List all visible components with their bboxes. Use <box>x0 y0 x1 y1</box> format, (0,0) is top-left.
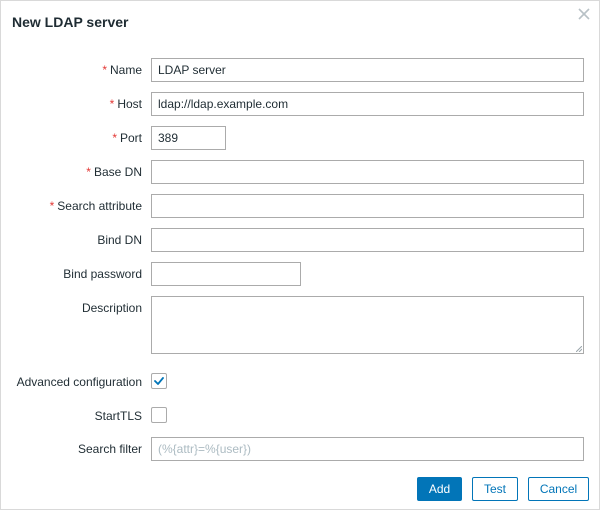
field-label-name: * Name <box>102 63 142 77</box>
dialog-title: New LDAP server <box>12 14 129 30</box>
search-attribute-input[interactable] <box>151 194 584 218</box>
field-label-base-dn: * Base DN <box>86 165 142 179</box>
port-input[interactable]: 389 <box>151 126 226 150</box>
advanced-configuration-checkbox[interactable] <box>151 373 167 389</box>
required-marker: * <box>86 165 91 179</box>
add-button[interactable]: Add <box>417 477 462 501</box>
search-filter-input[interactable]: (%{attr}=%{user}) <box>151 437 584 461</box>
field-label-starttls: StartTLS <box>94 409 142 423</box>
field-row-base-dn: * Base DN <box>1 160 599 184</box>
field-row-description: Description <box>1 296 599 354</box>
field-label-bind-password: Bind password <box>63 267 142 281</box>
name-input[interactable]: LDAP server <box>151 58 584 82</box>
required-marker: * <box>109 97 115 111</box>
field-row-bind-password: Bind password <box>1 262 599 286</box>
field-label-search-filter: Search filter <box>77 442 142 456</box>
starttls-checkbox[interactable] <box>151 407 167 423</box>
host-input[interactable]: ldap://ldap.example.com <box>151 92 584 116</box>
resize-handle-icon[interactable] <box>576 346 582 352</box>
required-marker: * <box>49 199 55 213</box>
field-row-starttls: StartTLS <box>1 403 599 427</box>
field-row-port: * Port 389 <box>1 126 599 150</box>
field-label-port: * Port <box>112 131 142 145</box>
required-marker: * <box>112 131 117 145</box>
field-row-name: * Name LDAP server <box>1 58 599 82</box>
required-marker: * <box>102 63 107 77</box>
field-label-search-attribute: * Search attribute <box>49 199 142 213</box>
field-label-advanced-configuration: Advanced configuration <box>16 375 142 389</box>
field-row-search-attribute: * Search attribute <box>1 194 599 218</box>
bind-password-input[interactable] <box>151 262 301 286</box>
description-textarea[interactable] <box>151 296 584 354</box>
cancel-button[interactable]: Cancel <box>528 477 589 501</box>
field-row-search-filter: Search filter (%{attr}=%{user}) <box>1 437 599 461</box>
field-label-host: * Host <box>109 97 142 111</box>
field-label-bind-dn: Bind DN <box>97 233 142 247</box>
checkmark-icon <box>154 377 164 385</box>
ldap-server-dialog: New LDAP server * Name LDAP server * Host … <box>0 0 600 510</box>
base-dn-input[interactable] <box>151 160 584 184</box>
bind-dn-input[interactable] <box>151 228 584 252</box>
field-row-bind-dn: Bind DN <box>1 228 599 252</box>
field-label-description: Description <box>81 301 142 315</box>
close-icon[interactable] <box>577 7 591 21</box>
test-button[interactable]: Test <box>472 477 518 501</box>
field-row-advanced-configuration: Advanced configuration <box>1 369 599 393</box>
field-row-host: * Host ldap://ldap.example.com <box>1 92 599 116</box>
